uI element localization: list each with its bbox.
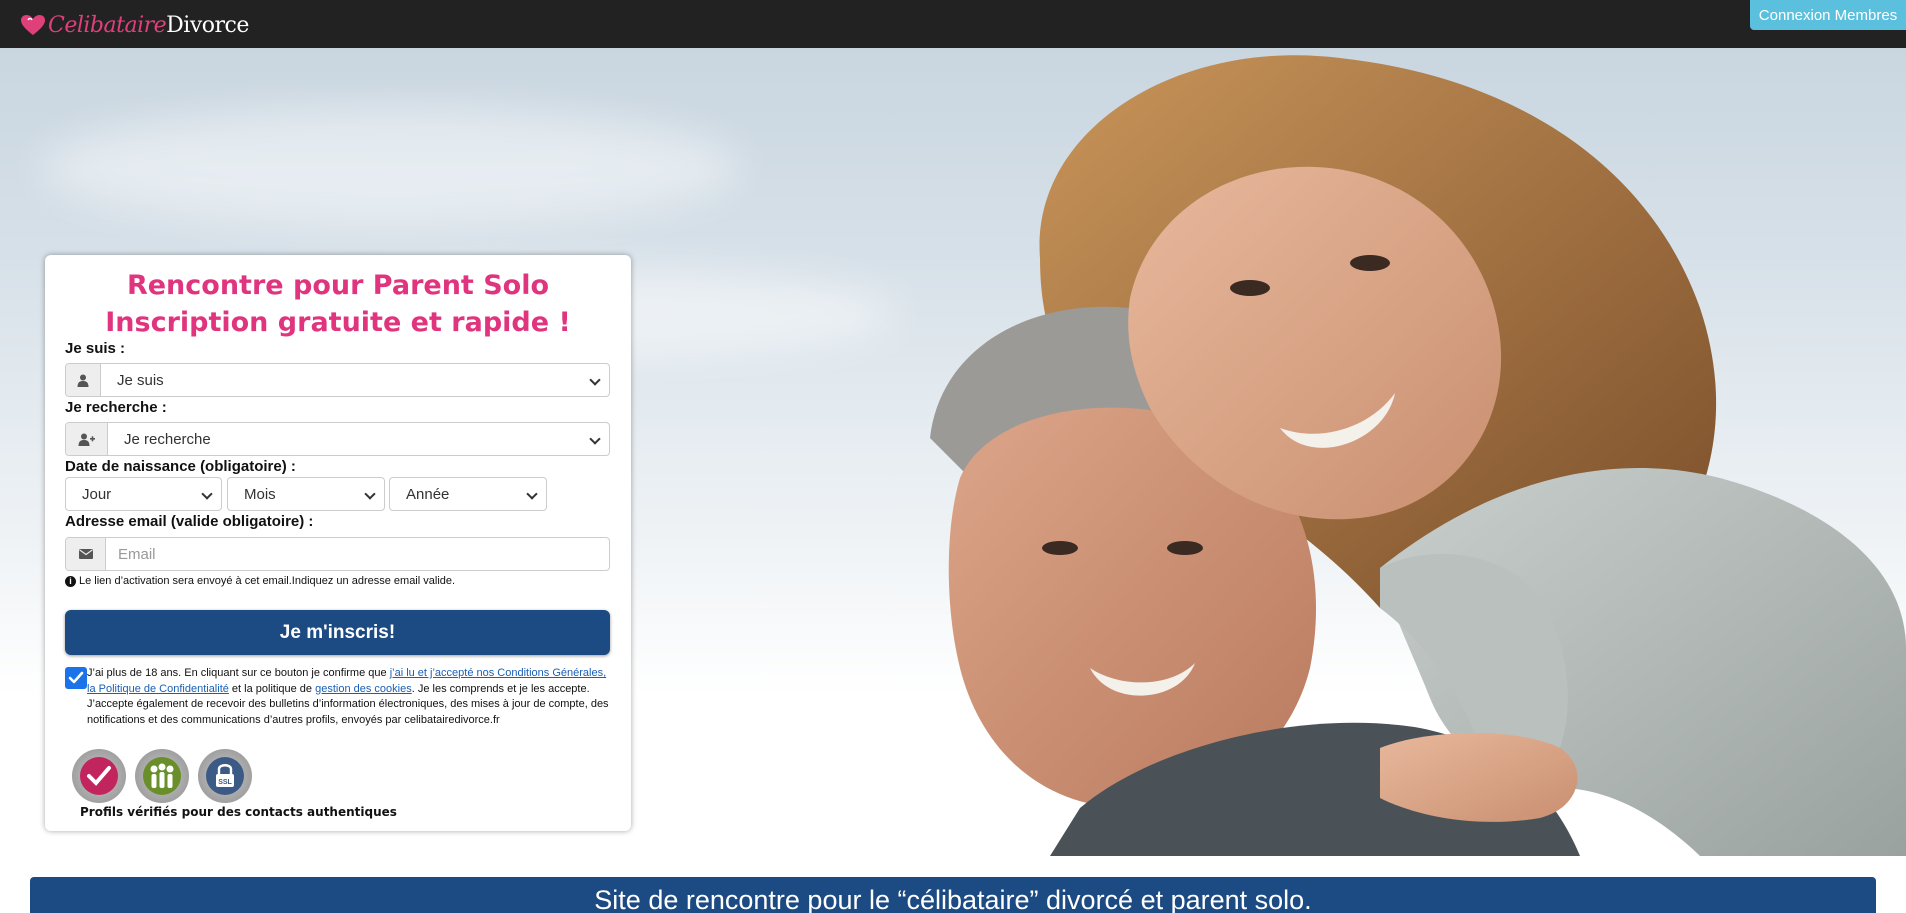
logo-text-part2: Divorce [166, 12, 249, 38]
hero-section: Rencontre pour Parent Solo Inscription g… [0, 48, 1906, 856]
seeking-select[interactable]: Je recherche [65, 422, 610, 456]
chevron-down-icon [526, 488, 538, 500]
gender-select[interactable]: Je suis [65, 363, 610, 397]
registration-form-card: Rencontre pour Parent Solo Inscription g… [45, 255, 631, 831]
chevron-down-icon [589, 433, 601, 445]
badges-caption: Profils vérifiés pour des contacts authe… [80, 805, 397, 819]
consent-text-1: J’ai plus de 18 ans. En cliquant sur ce … [87, 667, 390, 679]
user-plus-icon [66, 423, 108, 455]
cookies-link[interactable]: gestion des cookies [315, 683, 412, 695]
login-button[interactable]: Connexion Membres [1750, 0, 1906, 30]
email-label: Adresse email (valide obligatoire) : [65, 513, 314, 530]
email-hint: i Le lien d’activation sera envoyé à cet… [65, 575, 455, 587]
seeking-select-value: Je recherche [108, 423, 609, 455]
email-input[interactable]: Email [106, 538, 609, 570]
community-badge-icon [135, 749, 189, 803]
email-field[interactable]: Email [65, 537, 610, 571]
consent-text-2: et la politique de [228, 682, 316, 695]
seeking-selected-text: Je recherche [124, 430, 211, 448]
birth-day-value: Jour [82, 485, 112, 503]
bottom-banner: Site de rencontre pour le “célibataire” … [30, 877, 1876, 913]
site-logo[interactable]: CelibataireDivorce [20, 11, 249, 39]
trust-badges: SSL [72, 749, 252, 803]
chevron-down-icon [201, 488, 213, 500]
ssl-badge-text: SSL [218, 779, 232, 786]
birth-month-select[interactable]: Mois [227, 477, 385, 511]
chevron-down-icon [589, 374, 601, 386]
envelope-icon [66, 538, 106, 570]
logo-text: CelibataireDivorce [48, 13, 249, 38]
ssl-badge-icon: SSL [198, 749, 252, 803]
consent-checkbox[interactable] [65, 667, 87, 689]
gender-select-value: Je suis [101, 364, 609, 396]
form-title-line1: Rencontre pour Parent Solo [126, 270, 550, 301]
logo-text-part1: Celibataire [48, 12, 167, 38]
user-icon [66, 364, 101, 396]
form-title-line2: Inscription gratuite et rapide ! [105, 307, 571, 338]
signup-button[interactable]: Je m'inscris! [65, 610, 610, 655]
heart-icon [20, 14, 46, 36]
gender-selected-text: Je suis [117, 371, 164, 389]
form-title: Rencontre pour Parent Solo Inscription g… [45, 267, 631, 341]
email-hint-text: Le lien d’activation sera envoyé à cet e… [79, 575, 456, 587]
birth-day-select[interactable]: Jour [65, 477, 222, 511]
email-placeholder: Email [118, 545, 156, 563]
chevron-down-icon [364, 488, 376, 500]
gender-label: Je suis : [65, 340, 126, 357]
birth-year-value: Année [406, 485, 450, 503]
birth-month-value: Mois [244, 485, 276, 503]
verified-badge-icon [72, 749, 126, 803]
consent-text: J’ai plus de 18 ans. En cliquant sur ce … [87, 666, 610, 728]
birth-year-select[interactable]: Année [389, 477, 547, 511]
seeking-label: Je recherche : [65, 399, 167, 416]
top-navbar: CelibataireDivorce Connexion Membres [0, 0, 1906, 48]
info-icon: i [65, 575, 76, 587]
birthdate-label: Date de naissance (obligatoire) : [65, 458, 296, 475]
